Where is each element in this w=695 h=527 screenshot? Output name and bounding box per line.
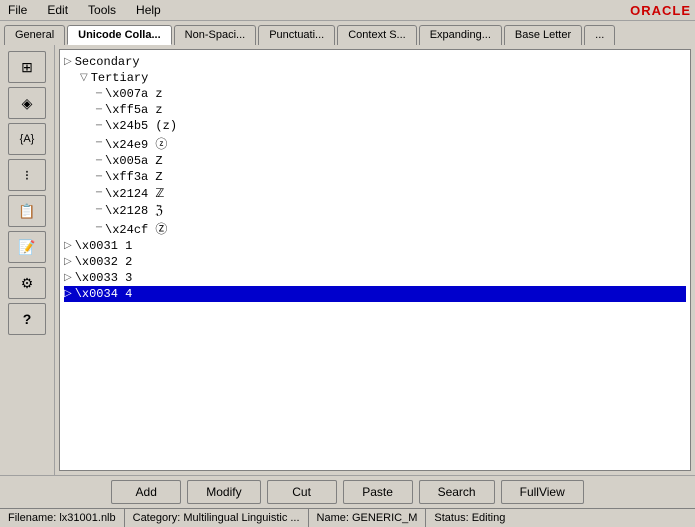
left-toolbar: ⊞ ◈ {A} ⁝ 📋 📝 ⚙ ?	[0, 45, 55, 475]
toolbar-btn-6[interactable]: 📝	[8, 231, 46, 263]
tab-context[interactable]: Context S...	[337, 25, 416, 45]
toolbar-btn-help[interactable]: ?	[8, 303, 46, 335]
status-category: Category: Multilingual Linguistic ...	[125, 509, 309, 527]
tree-node-x0032[interactable]: ▷ \x0032 2	[64, 254, 686, 270]
tree-label-x24e9: \x24e9 ⓩ	[105, 135, 167, 152]
tree-label-x2124: \x2124 ℤ	[105, 186, 164, 201]
main-area: ⊞ ◈ {A} ⁝ 📋 📝 ⚙ ? ▷ Secondary	[0, 45, 695, 475]
tree-label-x2128: \x2128 ℨ	[105, 203, 163, 218]
tree-node-x2128[interactable]: ─ \x2128 ℨ	[64, 202, 686, 219]
tree-label-x24b5: \x24b5 (z)	[105, 119, 177, 133]
expand-icon-x0033: ▷	[64, 272, 72, 284]
expand-icon-x0032: ▷	[64, 256, 72, 268]
toolbar-icon-3: {A}	[20, 133, 35, 145]
tree-label-x0034: \x0034 4	[75, 287, 133, 301]
oracle-logo: ORACLE	[630, 3, 691, 18]
leaf-icon-x24cf: ─	[96, 223, 102, 234]
toolbar-btn-4[interactable]: ⁝	[8, 159, 46, 191]
bottom-bar: Add Modify Cut Paste Search FullView	[0, 475, 695, 508]
expand-icon-x0034: ▷	[64, 288, 72, 300]
tree-label-xff3a: \xff3a Z	[105, 170, 163, 184]
tree-node-x24b5[interactable]: ─ \x24b5 (z)	[64, 118, 686, 134]
tab-more[interactable]: ...	[584, 25, 615, 45]
expand-icon-tertiary: ▽	[80, 72, 88, 84]
help-icon: ?	[23, 311, 32, 327]
tabbar: General Unicode Colla... Non-Spaci... Pu…	[0, 21, 695, 45]
toolbar-btn-2[interactable]: ◈	[8, 87, 46, 119]
menu-file[interactable]: File	[4, 2, 31, 18]
tab-punctuation[interactable]: Punctuati...	[258, 25, 335, 45]
leaf-icon-x2128: ─	[96, 205, 102, 216]
leaf-icon-x007a: ─	[96, 89, 102, 100]
tab-expanding[interactable]: Expanding...	[419, 25, 502, 45]
add-button[interactable]: Add	[111, 480, 181, 504]
tree-node-x2124[interactable]: ─ \x2124 ℤ	[64, 185, 686, 202]
menu-edit[interactable]: Edit	[43, 2, 72, 18]
menu-items: File Edit Tools Help	[4, 2, 165, 18]
tree-label-x24cf: \x24cf Ⓩ	[105, 220, 167, 237]
toolbar-btn-1[interactable]: ⊞	[8, 51, 46, 83]
tree-node-xff5a[interactable]: ─ \xff5a z	[64, 102, 686, 118]
search-button[interactable]: Search	[419, 480, 495, 504]
tree-view[interactable]: ▷ Secondary ▽ Tertiary ─ \x007a z ─ \xff…	[59, 49, 691, 471]
toolbar-btn-5[interactable]: 📋	[8, 195, 46, 227]
status-bar: Filename: lx31001.nlb Category: Multilin…	[0, 508, 695, 527]
menu-tools[interactable]: Tools	[84, 2, 120, 18]
paste-button[interactable]: Paste	[343, 480, 413, 504]
tree-node-tertiary[interactable]: ▽ Tertiary	[64, 70, 686, 86]
tree-label-x0032: \x0032 2	[75, 255, 133, 269]
leaf-icon-x24b5: ─	[96, 121, 102, 132]
tree-label-xff5a: \xff5a z	[105, 103, 163, 117]
tab-unicode-collation[interactable]: Unicode Colla...	[67, 25, 172, 45]
status-editing: Status: Editing	[426, 509, 513, 527]
tree-label-x005a: \x005a Z	[105, 154, 163, 168]
tree-label-secondary: Secondary	[75, 55, 140, 69]
toolbar-btn-3[interactable]: {A}	[8, 123, 46, 155]
tree-node-x0034[interactable]: ▷ \x0034 4	[64, 286, 686, 302]
menubar: File Edit Tools Help ORACLE	[0, 0, 695, 21]
toolbar-btn-7[interactable]: ⚙	[8, 267, 46, 299]
tree-node-x24cf[interactable]: ─ \x24cf Ⓩ	[64, 219, 686, 238]
leaf-icon-xff5a: ─	[96, 105, 102, 116]
status-filename: Filename: lx31001.nlb	[0, 509, 125, 527]
tree-node-secondary[interactable]: ▷ Secondary	[64, 54, 686, 70]
tree-node-x0031[interactable]: ▷ \x0031 1	[64, 238, 686, 254]
tree-label-x0033: \x0033 3	[75, 271, 133, 285]
leaf-icon-x005a: ─	[96, 156, 102, 167]
toolbar-icon-7: ⚙	[21, 275, 34, 292]
tree-label-x0031: \x0031 1	[75, 239, 133, 253]
cut-button[interactable]: Cut	[267, 480, 337, 504]
leaf-icon-x2124: ─	[96, 188, 102, 199]
status-name: Name: GENERIC_M	[309, 509, 427, 527]
menu-help[interactable]: Help	[132, 2, 165, 18]
toolbar-icon-1: ⊞	[21, 59, 33, 76]
tab-non-spacing[interactable]: Non-Spaci...	[174, 25, 257, 45]
toolbar-icon-2: ◈	[22, 95, 33, 112]
fullview-button[interactable]: FullView	[501, 480, 584, 504]
tree-node-x0033[interactable]: ▷ \x0033 3	[64, 270, 686, 286]
toolbar-icon-4: ⁝	[25, 167, 29, 184]
tree-label-tertiary: Tertiary	[91, 71, 149, 85]
leaf-icon-x24e9: ─	[96, 138, 102, 149]
toolbar-icon-5: 📋	[18, 203, 35, 220]
tab-general[interactable]: General	[4, 25, 65, 45]
leaf-icon-xff3a: ─	[96, 172, 102, 183]
tab-base-letter[interactable]: Base Letter	[504, 25, 582, 45]
tree-node-x007a[interactable]: ─ \x007a z	[64, 86, 686, 102]
tree-node-x005a[interactable]: ─ \x005a Z	[64, 153, 686, 169]
expand-icon-x0031: ▷	[64, 240, 72, 252]
tree-node-xff3a[interactable]: ─ \xff3a Z	[64, 169, 686, 185]
toolbar-icon-6: 📝	[18, 239, 35, 256]
modify-button[interactable]: Modify	[187, 480, 260, 504]
tree-label-x007a: \x007a z	[105, 87, 163, 101]
expand-icon-secondary: ▷	[64, 56, 72, 68]
tree-node-x24e9[interactable]: ─ \x24e9 ⓩ	[64, 134, 686, 153]
